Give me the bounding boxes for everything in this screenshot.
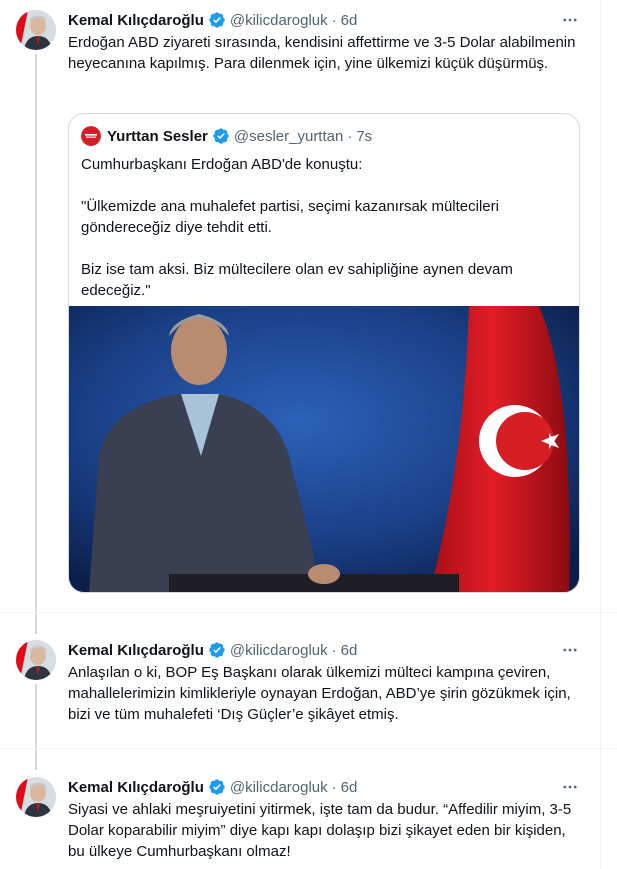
verified-badge-icon [208, 11, 226, 29]
timestamp[interactable]: 6d [341, 779, 358, 796]
display-name[interactable]: Kemal Kılıçdaroğlu [68, 12, 204, 29]
quoted-timestamp[interactable]: 7s [356, 128, 372, 145]
tweet-header: Kemal Kılıçdaroğlu @kilicdarogluk · 6d [68, 777, 357, 797]
handle[interactable]: @kilicdarogluk [230, 779, 328, 796]
quoted-header: Yurttan Sesler @sesler_yurttan · 7s [107, 126, 372, 146]
divider [0, 612, 617, 613]
timestamp[interactable]: 6d [341, 12, 358, 29]
display-name[interactable]: Kemal Kılıçdaroğlu [68, 642, 204, 659]
tweet-text: Erdoğan ABD ziyareti sırasında, kendisin… [68, 34, 576, 72]
quoted-avatar[interactable] [81, 126, 101, 146]
handle[interactable]: @kilicdarogluk [230, 12, 328, 29]
quoted-photo[interactable] [69, 306, 579, 592]
quoted-paragraph: Cumhurbaşkanı Erdoğan ABD'de konuştu: [81, 156, 363, 173]
display-name[interactable]: Kemal Kılıçdaroğlu [68, 779, 204, 796]
tweet-text: Anlaşılan o ki, BOP Eş Başkanı olarak ül… [68, 664, 571, 723]
quoted-display-name[interactable]: Yurttan Sesler [107, 128, 208, 145]
divider [0, 748, 617, 749]
tweet[interactable]: Kemal Kılıçdaroğlu @kilicdarogluk · 6d A… [0, 640, 600, 740]
tweet-header: Kemal Kılıçdaroğlu @kilicdarogluk · 6d [68, 10, 357, 30]
separator-dot: · [347, 127, 353, 145]
more-horizontal-icon[interactable] [560, 10, 580, 30]
quoted-text: Cumhurbaşkanı Erdoğan ABD'de konuştu: "Ü… [81, 154, 561, 322]
timeline-border [600, 0, 601, 869]
avatar[interactable] [16, 777, 56, 817]
verified-badge-icon [212, 127, 230, 145]
quoted-paragraph: "Ülkemizde ana muhalefet partisi, seçimi… [81, 198, 499, 236]
quoted-handle[interactable]: @sesler_yurttan [234, 128, 343, 145]
timestamp[interactable]: 6d [341, 642, 358, 659]
verified-badge-icon [208, 778, 226, 796]
more-horizontal-icon[interactable] [560, 777, 580, 797]
tweet-header: Kemal Kılıçdaroğlu @kilicdarogluk · 6d [68, 640, 357, 660]
separator-dot: · [331, 641, 337, 659]
avatar[interactable] [16, 10, 56, 50]
handle[interactable]: @kilicdarogluk [230, 642, 328, 659]
tweet[interactable]: Kemal Kılıçdaroğlu @kilicdarogluk · 6d E… [0, 10, 600, 600]
separator-dot: · [331, 11, 337, 29]
quoted-tweet[interactable]: Yurttan Sesler @sesler_yurttan · 7s Cumh… [68, 113, 580, 593]
quoted-paragraph: Biz ise tam aksi. Biz mültecilere olan e… [81, 261, 513, 299]
verified-badge-icon [208, 641, 226, 659]
avatar[interactable] [16, 640, 56, 680]
tweet-text: Siyasi ve ahlaki meşruiyetini yitirmek, … [68, 801, 572, 860]
more-horizontal-icon[interactable] [560, 640, 580, 660]
separator-dot: · [331, 778, 337, 796]
tweet[interactable]: Kemal Kılıçdaroğlu @kilicdarogluk · 6d S… [0, 777, 600, 869]
